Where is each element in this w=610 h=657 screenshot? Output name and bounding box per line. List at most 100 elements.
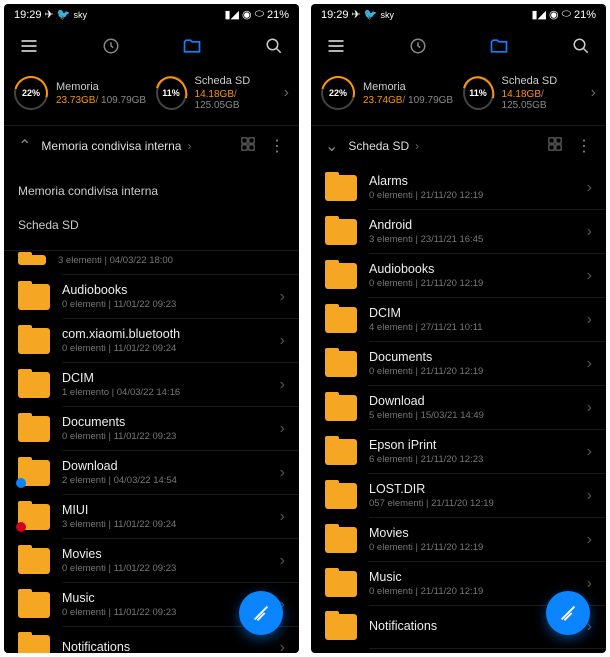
internal-ring: 22% — [321, 76, 355, 110]
list-item[interactable]: MIUI 3 elementi | 11/01/22 09:24 › — [4, 495, 299, 538]
menu-button[interactable] — [18, 35, 40, 57]
list-item[interactable]: Movies 0 elementi | 11/01/22 09:23 › — [4, 539, 299, 582]
breadcrumb-bar: ⌃ Memoria condivisa interna › ⋮ — [4, 125, 299, 166]
list-item[interactable]: com.xiaomi.bluetooth 0 elementi | 11/01/… — [4, 319, 299, 362]
folder-icon — [18, 504, 50, 530]
chevron-right-icon: › — [587, 179, 592, 197]
folder-icon — [325, 307, 357, 333]
folder-name: Download — [369, 394, 575, 408]
internal-storage-card[interactable]: 22% Memoria 23.74GB/ 109.79GB — [321, 76, 455, 110]
sd-label: Scheda SD — [195, 75, 276, 87]
folder-meta: 0 elementi | 11/01/22 09:23 — [62, 607, 268, 618]
signal-icon: ▮◢ — [224, 8, 239, 21]
folder-icon — [325, 571, 357, 597]
list-item[interactable]: Download 2 elementi | 04/03/22 14:54 › — [4, 451, 299, 494]
recent-button[interactable] — [100, 35, 122, 57]
battery-icon: ⬭ — [562, 8, 571, 21]
list-item[interactable]: 3 elementi | 04/03/22 18:00 — [4, 251, 299, 274]
folder-name: Documents — [369, 350, 575, 364]
folder-name: Notifications — [369, 619, 575, 633]
picker-sd[interactable]: Scheda SD — [18, 208, 285, 242]
sd-ring: 11% — [463, 76, 494, 110]
folder-icon — [18, 328, 50, 354]
menu-button[interactable] — [325, 35, 347, 57]
chevron-right-icon: › — [280, 552, 285, 570]
list-item[interactable]: Android 3 elementi | 23/11/21 16:45 › — [311, 210, 606, 253]
storage-summary: 22% Memoria 23.73GB/ 109.79GB 11% Scheda… — [4, 67, 299, 125]
folder-icon — [18, 460, 50, 486]
folder-tab-button[interactable] — [488, 35, 510, 57]
phone-right: 19:29 ✈ 🐦 sky ▮◢ ◉ ⬭ 21% 22% Memoria 23.… — [311, 4, 606, 653]
internal-storage-card[interactable]: 22% Memoria 23.73GB/ 109.79GB — [14, 76, 148, 110]
folder-icon — [325, 175, 357, 201]
chevron-right-icon: › — [284, 84, 289, 102]
chevron-up-icon[interactable]: ⌃ — [18, 136, 31, 156]
battery-icon: ⬭ — [255, 8, 264, 21]
folder-meta: 0 elementi | 21/11/20 12:19 — [369, 366, 575, 377]
folder-name: com.xiaomi.bluetooth — [62, 327, 268, 341]
folder-meta: 5 elementi | 15/03/21 14:49 — [369, 410, 575, 421]
folder-meta: 3 elementi | 23/11/21 16:45 — [369, 234, 575, 245]
list-item[interactable]: Movies 0 elementi | 21/11/20 12:19 › — [311, 518, 606, 561]
grid-view-icon[interactable] — [241, 137, 255, 156]
sd-storage-card[interactable]: 11% Scheda SD 14.18GB/ 125.05GB › — [463, 75, 597, 111]
picker-internal[interactable]: Memoria condivisa interna — [18, 174, 285, 208]
folder-icon — [325, 219, 357, 245]
list-item[interactable]: Documents 0 elementi | 21/11/20 12:19 › — [311, 342, 606, 385]
sd-label: Scheda SD — [502, 75, 583, 87]
clock: 19:29 — [14, 9, 42, 21]
clean-fab[interactable] — [546, 591, 590, 635]
folder-meta: 0 elementi | 11/01/22 09:23 — [62, 431, 268, 442]
signal-icon: ▮◢ — [531, 8, 546, 21]
folder-name: DCIM — [369, 306, 575, 320]
folder-name: Audiobooks — [62, 283, 268, 297]
sd-ring: 11% — [156, 76, 187, 110]
folder-meta: 0 elementi | 11/01/22 09:24 — [62, 343, 268, 354]
folder-name: Alarms — [369, 174, 575, 188]
chevron-right-icon: › — [587, 487, 592, 505]
list-item[interactable]: Documents 0 elementi | 11/01/22 09:23 › — [4, 407, 299, 450]
list-item[interactable]: Audiobooks 0 elementi | 11/01/22 09:23 › — [4, 275, 299, 318]
storage-picker: Memoria condivisa interna Scheda SD — [4, 166, 299, 251]
chevron-right-icon: › — [280, 508, 285, 526]
breadcrumb[interactable]: Scheda SD › — [348, 139, 538, 153]
recent-button[interactable] — [407, 35, 429, 57]
sd-storage-card[interactable]: 11% Scheda SD 14.18GB/ 125.05GB › — [156, 75, 290, 111]
telegram-icon: ✈ — [45, 8, 54, 21]
breadcrumb[interactable]: Memoria condivisa interna › — [41, 139, 231, 153]
list-item[interactable]: DCIM 4 elementi | 27/11/21 10:11 › — [311, 298, 606, 341]
grid-view-icon[interactable] — [548, 137, 562, 156]
chevron-right-icon: › — [587, 531, 592, 549]
folder-icon — [325, 395, 357, 421]
phone-left: 19:29 ✈ 🐦 sky ▮◢ ◉ ⬭ 21% 22% Memoria 23.… — [4, 4, 299, 653]
more-icon[interactable]: ⋮ — [576, 136, 592, 156]
folder-tab-button[interactable] — [181, 35, 203, 57]
chevron-right-icon: › — [587, 575, 592, 593]
search-button[interactable] — [263, 35, 285, 57]
clock: 19:29 — [321, 9, 349, 21]
more-icon[interactable]: ⋮ — [269, 136, 285, 156]
folder-icon — [18, 372, 50, 398]
chevron-right-icon: › — [591, 84, 596, 102]
folder-meta: 0 elementi | 21/11/20 12:19 — [369, 586, 575, 597]
list-item[interactable]: LOST.DIR 057 elementi | 21/11/20 12:19 › — [311, 474, 606, 517]
list-item[interactable]: Download 5 elementi | 15/03/21 14:49 › — [311, 386, 606, 429]
list-item[interactable]: Alarms 0 elementi | 21/11/20 12:19 › — [311, 166, 606, 209]
folder-name: Notifications — [62, 640, 268, 653]
chevron-right-icon: › — [587, 443, 592, 461]
chevron-right-icon: › — [280, 420, 285, 438]
list-item[interactable]: Epson iPrint 6 elementi | 21/11/20 12:23… — [311, 430, 606, 473]
chevron-down-icon[interactable]: ⌄ — [325, 136, 338, 156]
folder-name: Music — [369, 570, 575, 584]
search-button[interactable] — [570, 35, 592, 57]
twitter-icon: 🐦 — [364, 8, 378, 21]
folder-name: DCIM — [62, 371, 268, 385]
sky-icon: sky — [380, 10, 394, 20]
twitter-icon: 🐦 — [57, 8, 71, 21]
folder-icon — [18, 635, 50, 653]
clean-fab[interactable] — [239, 591, 283, 635]
list-item[interactable]: Audiobooks 0 elementi | 21/11/20 12:19 › — [311, 254, 606, 297]
list-item[interactable]: DCIM 1 elemento | 04/03/22 14:16 › — [4, 363, 299, 406]
folder-meta: 0 elementi | 21/11/20 12:19 — [369, 190, 575, 201]
toolbar — [4, 25, 299, 67]
